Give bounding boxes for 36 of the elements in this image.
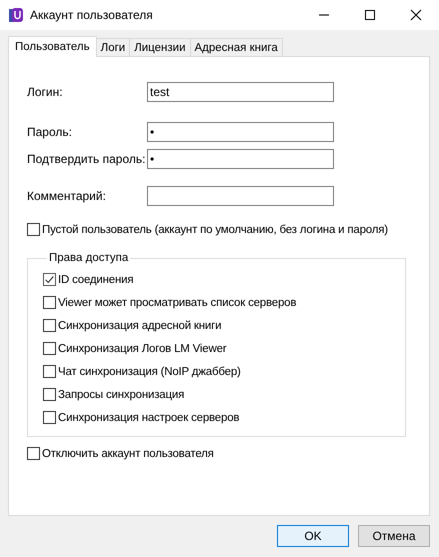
- checkbox-label: Синхронизация настроек серверов: [58, 412, 240, 424]
- window-title: Аккаунт пользователя: [30, 8, 153, 22]
- checkbox-label: Синхронизация Логов LM Viewer: [58, 342, 226, 354]
- input-field[interactable]: •: [147, 122, 334, 142]
- tab[interactable]: Адресная книга: [190, 38, 283, 56]
- checkbox-label: Viewer может просматривать список серверов: [58, 296, 296, 308]
- checkbox-label: Отключить аккаунт пользователя: [42, 448, 214, 460]
- checkbox[interactable]: [43, 319, 56, 332]
- checkbox-label: Чат синхронизация (NoIP джаббер): [58, 366, 241, 378]
- app-icon: [8, 7, 24, 23]
- input-field[interactable]: [147, 186, 334, 206]
- input-field[interactable]: test: [147, 82, 334, 102]
- field-label: Комментарий:: [27, 189, 107, 203]
- checkbox[interactable]: [43, 365, 56, 378]
- checkbox[interactable]: [43, 388, 56, 401]
- checkbox-label: Запросы синхронизация: [58, 388, 184, 400]
- checkbox[interactable]: [43, 411, 56, 424]
- group-title: Права доступа: [48, 252, 130, 264]
- checkbox-label: Пустой пользователь (аккаунт по умолчанию, без логина и пароля): [42, 224, 388, 236]
- checkbox[interactable]: [43, 273, 56, 286]
- ok-button[interactable]: OK: [277, 525, 349, 547]
- field-label: Пароль:: [27, 125, 73, 139]
- checkbox[interactable]: [27, 447, 40, 460]
- tab[interactable]: Лицензии: [129, 38, 190, 56]
- checkbox[interactable]: [43, 342, 56, 355]
- tab[interactable]: Пользователь: [8, 36, 97, 57]
- field-label: Логин:: [27, 85, 64, 99]
- checkbox-label: Синхронизация адресной книги: [58, 320, 222, 332]
- checkbox[interactable]: [43, 296, 56, 309]
- field-label: Подтвердить пароль:: [27, 152, 146, 166]
- input-field[interactable]: •: [147, 149, 334, 169]
- maximize-icon[interactable]: [364, 9, 376, 21]
- checkbox[interactable]: [27, 223, 40, 236]
- cancel-button[interactable]: Отмена: [358, 525, 430, 547]
- close-icon[interactable]: [410, 9, 422, 21]
- checkbox-label: ID соединения: [58, 274, 134, 286]
